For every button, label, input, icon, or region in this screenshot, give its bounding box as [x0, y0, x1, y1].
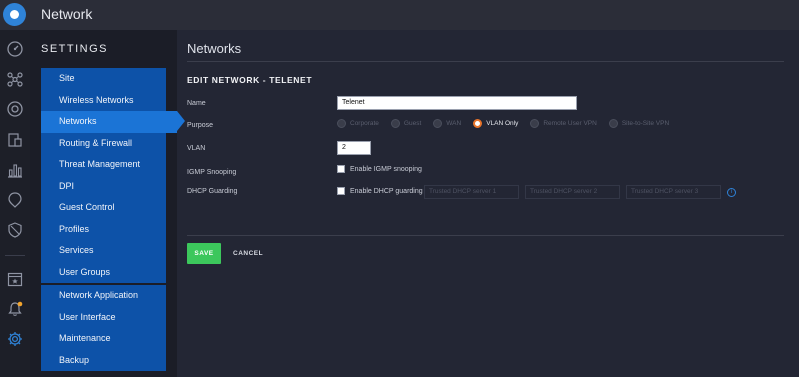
radio-icon — [433, 119, 443, 128]
purpose-option-vlan-only[interactable]: VLAN Only — [473, 119, 518, 128]
form-divider — [187, 235, 784, 236]
checkbox-label: Enable DHCP guarding — [350, 187, 423, 195]
menu-item-wireless-networks[interactable]: Wireless Networks — [41, 89, 166, 111]
vlan-input[interactable]: 2 — [337, 141, 371, 155]
checkbox-icon — [337, 165, 345, 173]
shield-icon[interactable] — [6, 221, 24, 239]
name-label: Name — [187, 100, 206, 107]
dhcp-server-3-input[interactable]: Trusted DHCP server 3 — [626, 185, 721, 199]
menu-item-guest-control[interactable]: Guest Control — [41, 197, 166, 219]
menu-item-services[interactable]: Services — [41, 240, 166, 262]
menu-item-network-application[interactable]: Network Application — [41, 285, 166, 307]
rail-divider — [5, 255, 25, 256]
radio-label: Guest — [403, 120, 422, 127]
purpose-option-guest[interactable]: Guest — [390, 119, 422, 128]
purpose-option-remote-user-vpn[interactable]: Remote User VPN — [530, 119, 597, 128]
menu-item-backup[interactable]: Backup — [41, 349, 166, 371]
igmp-label: IGMP Snooping — [187, 169, 237, 176]
dhcp-server-2-input[interactable]: Trusted DHCP server 2 — [525, 185, 620, 199]
igmp-snooping-checkbox[interactable]: Enable IGMP snooping — [337, 165, 422, 173]
devices-icon[interactable] — [6, 100, 24, 118]
dhcp-guarding-label: DHCP Guarding — [187, 188, 238, 195]
menu-item-routing-firewall[interactable]: Routing & Firewall — [41, 132, 166, 154]
dhcp-guarding-checkbox[interactable]: Enable DHCP guarding — [337, 187, 423, 195]
settings-menu: Site Wireless Networks Networks Routing … — [41, 68, 185, 371]
menu-item-profiles[interactable]: Profiles — [41, 218, 166, 240]
radio-icon — [530, 119, 540, 128]
app-logo-icon[interactable] — [3, 3, 26, 26]
page-title: Networks — [187, 41, 242, 56]
checkbox-icon — [337, 187, 345, 195]
purpose-radio-group: Corporate Guest WAN VLAN Only Remote Use… — [337, 119, 681, 128]
app-title: Network — [41, 6, 93, 22]
settings-gear-icon[interactable] — [6, 330, 24, 348]
events-icon[interactable] — [6, 270, 24, 288]
radio-label: Site-to-Site VPN — [621, 120, 670, 127]
menu-item-dpi[interactable]: DPI — [41, 175, 166, 197]
section-title: EDIT NETWORK - TELENET — [187, 75, 313, 85]
menu-item-site[interactable]: Site — [41, 68, 166, 90]
insights-icon[interactable] — [6, 191, 24, 209]
alerts-icon[interactable] — [6, 300, 24, 318]
menu-item-maintenance[interactable]: Maintenance — [41, 328, 166, 350]
save-button[interactable]: SAVE — [187, 243, 221, 264]
radio-icon — [337, 119, 346, 128]
top-bar: Network — [0, 0, 799, 30]
nav-rail — [0, 30, 30, 377]
menu-item-threat-management[interactable]: Threat Management — [41, 154, 166, 176]
name-input[interactable]: Telenet — [337, 96, 577, 110]
purpose-option-corporate[interactable]: Corporate — [337, 119, 379, 128]
radio-selected-icon — [473, 119, 483, 128]
main-content: Networks EDIT NETWORK - TELENET Name Tel… — [177, 30, 799, 377]
dhcp-server-1-input[interactable]: Trusted DHCP server 1 — [424, 185, 519, 199]
menu-item-networks[interactable]: Networks — [41, 111, 185, 133]
statistics-icon[interactable] — [6, 161, 24, 179]
menu-item-user-groups[interactable]: User Groups — [41, 261, 166, 283]
menu-item-user-interface[interactable]: User Interface — [41, 306, 166, 328]
topology-icon[interactable] — [6, 70, 24, 88]
radio-label: VLAN Only — [486, 120, 519, 127]
radio-label: Remote User VPN — [543, 120, 597, 127]
cancel-button[interactable]: CANCEL — [233, 250, 263, 257]
dashboard-icon[interactable] — [6, 40, 24, 58]
purpose-option-wan[interactable]: WAN — [433, 119, 461, 128]
settings-panel: SETTINGS Site Wireless Networks Networks… — [30, 30, 185, 377]
title-divider — [187, 61, 784, 62]
radio-label: Corporate — [350, 120, 379, 127]
info-icon[interactable]: i — [727, 188, 736, 197]
radio-icon — [390, 119, 400, 128]
checkbox-label: Enable IGMP snooping — [350, 165, 422, 173]
radio-label: WAN — [446, 120, 462, 127]
radio-icon — [608, 119, 618, 128]
vlan-label: VLAN — [187, 145, 206, 152]
purpose-option-site-to-site-vpn[interactable]: Site-to-Site VPN — [608, 119, 670, 128]
settings-title: SETTINGS — [41, 43, 109, 55]
purpose-label: Purpose — [187, 122, 214, 129]
clients-icon[interactable] — [6, 131, 24, 149]
